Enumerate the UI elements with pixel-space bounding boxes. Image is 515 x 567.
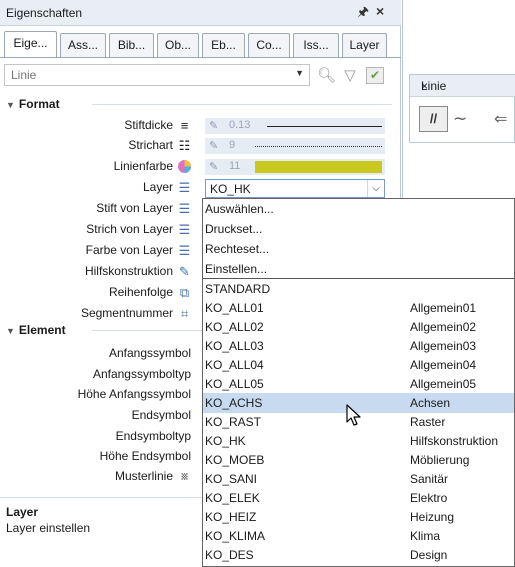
line-type-preview <box>255 146 382 147</box>
close-icon[interactable]: × <box>421 79 515 93</box>
mouse-cursor-icon <box>346 404 361 426</box>
pen-icon: ✎ <box>209 120 219 132</box>
pen-icon: ✎ <box>209 161 219 173</box>
arrow-left-icon[interactable]: ⇐ <box>494 109 507 129</box>
palette-tabs: Eige... Ass... Bib... Ob... Eb... Co... … <box>0 31 401 58</box>
list-item[interactable]: KO_SANI Sanitär <box>203 469 514 489</box>
divider <box>92 104 392 105</box>
pen-thickness-field[interactable]: ✎ 0.13 <box>205 118 385 134</box>
filter-icon[interactable]: ▽ <box>341 67 359 85</box>
chevron-down-icon: ▼ <box>295 68 304 78</box>
tab-connect[interactable]: Co... <box>248 33 290 57</box>
line-weight-icon: ≡ <box>180 118 189 133</box>
collapse-triangle-icon: ▼ <box>6 326 15 336</box>
pattern-line-icon: ␧ <box>180 469 189 484</box>
element-type-select[interactable]: Linie ▼ <box>4 64 310 86</box>
tab-layer[interactable]: Layer <box>342 33 387 57</box>
line-from-layer-icon: ☰ <box>178 222 191 237</box>
line-color-swatch <box>255 161 382 173</box>
list-item[interactable]: KO_ALL05 Allgemein05 <box>203 374 514 394</box>
pen-from-layer-icon: ☰ <box>178 201 191 216</box>
prop-linienfarbe: Linienfarbe ✎ 11 <box>0 158 400 176</box>
tab-assistenten[interactable]: Ass... <box>60 33 106 57</box>
section-format[interactable]: ▼ Format <box>6 97 60 113</box>
line-palette-header: Linie × <box>410 75 515 97</box>
prop-stiftdicke: Stiftdicke ≡ ✎ 0.13 <box>0 117 400 135</box>
tab-objekte[interactable]: Ob... <box>157 33 199 57</box>
pen-icon: ✎ <box>209 140 219 152</box>
segment-number-icon: ⌗ <box>180 306 189 321</box>
list-item[interactable]: KO_ALL01 Allgemein01 <box>203 298 514 318</box>
list-item[interactable]: KO_ALL02 Allgemein02 <box>203 317 514 337</box>
prop-strichart: Strichart ☷ ✎ 9 <box>0 137 400 155</box>
action-druckset[interactable]: Druckset... <box>203 219 514 239</box>
list-item[interactable]: STANDARD <box>203 279 514 299</box>
list-item[interactable]: KO_HK Hilfskonstruktion <box>203 431 514 451</box>
action-auswaehlen[interactable]: Auswählen... <box>203 199 514 219</box>
line-type-icon: ☷ <box>178 138 191 153</box>
section-element[interactable]: ▼ Element <box>6 323 66 339</box>
line-type-field[interactable]: ✎ 9 <box>205 138 385 154</box>
tab-ebenen[interactable]: Eb... <box>202 33 245 57</box>
line-palette: Linie × // ∼ ⇐ <box>409 74 515 143</box>
close-icon[interactable]: × <box>376 3 384 19</box>
layer-combo-value: KO_HK <box>210 182 251 196</box>
list-item[interactable]: KO_DES Design <box>203 545 514 565</box>
tab-eigenschaften[interactable]: Eige... <box>4 31 57 58</box>
list-item[interactable]: KO_MOEB Möblierung <box>203 450 514 470</box>
color-wheel-icon <box>176 159 193 175</box>
pin-icon[interactable]: 🖈 <box>357 3 369 25</box>
tab-issues[interactable]: Iss... <box>293 33 339 57</box>
order-icon: ⧉ <box>179 285 190 300</box>
divider <box>92 330 202 331</box>
tab-bibliothek[interactable]: Bib... <box>109 33 154 57</box>
line-color-field[interactable]: ✎ 11 <box>205 159 385 175</box>
type-bar: Linie ▼ 🔍︎ ▽ ✔ <box>0 57 401 89</box>
zoom-icon[interactable]: 🔍︎ <box>317 67 336 85</box>
element-type-value: Linie <box>11 68 37 82</box>
layers-icon: ☰ <box>178 180 191 195</box>
help-description: Layer einstellen <box>6 521 91 535</box>
action-rechteset[interactable]: Rechteset... <box>203 239 514 259</box>
help-title: Layer <box>6 505 39 519</box>
list-item[interactable]: KO_ALL03 Allgemein03 <box>203 336 514 356</box>
palette-title: Eigenschaften <box>6 6 83 20</box>
list-item[interactable]: KO_HEIZ Heizung <box>203 507 514 527</box>
list-item[interactable]: KO_ALL04 Allgemein04 <box>203 355 514 375</box>
parallel-lines-button[interactable]: // <box>419 106 448 132</box>
palette-titlebar: Eigenschaften 🖈 × <box>0 0 401 26</box>
color-from-layer-icon: ☰ <box>178 243 191 258</box>
list-item[interactable]: KO_ELEK Elektro <box>203 488 514 508</box>
apply-check-icon[interactable]: ✔ <box>366 67 384 84</box>
list-item[interactable]: KO_KLIMA Klima <box>203 526 514 546</box>
chevron-down-icon[interactable]: ⌵ <box>367 180 384 197</box>
construction-icon: ✎ <box>179 264 190 279</box>
collapse-triangle-icon: ▼ <box>6 100 15 110</box>
layer-combo[interactable]: KO_HK ⌵ <box>205 179 385 198</box>
action-einstellen[interactable]: Einstellen... <box>203 259 514 279</box>
freehand-line-icon[interactable]: ∼ <box>453 109 467 129</box>
line-weight-preview <box>267 126 382 127</box>
layer-dropdown: Auswählen... Druckset... Rechteset... Ei… <box>202 198 515 567</box>
